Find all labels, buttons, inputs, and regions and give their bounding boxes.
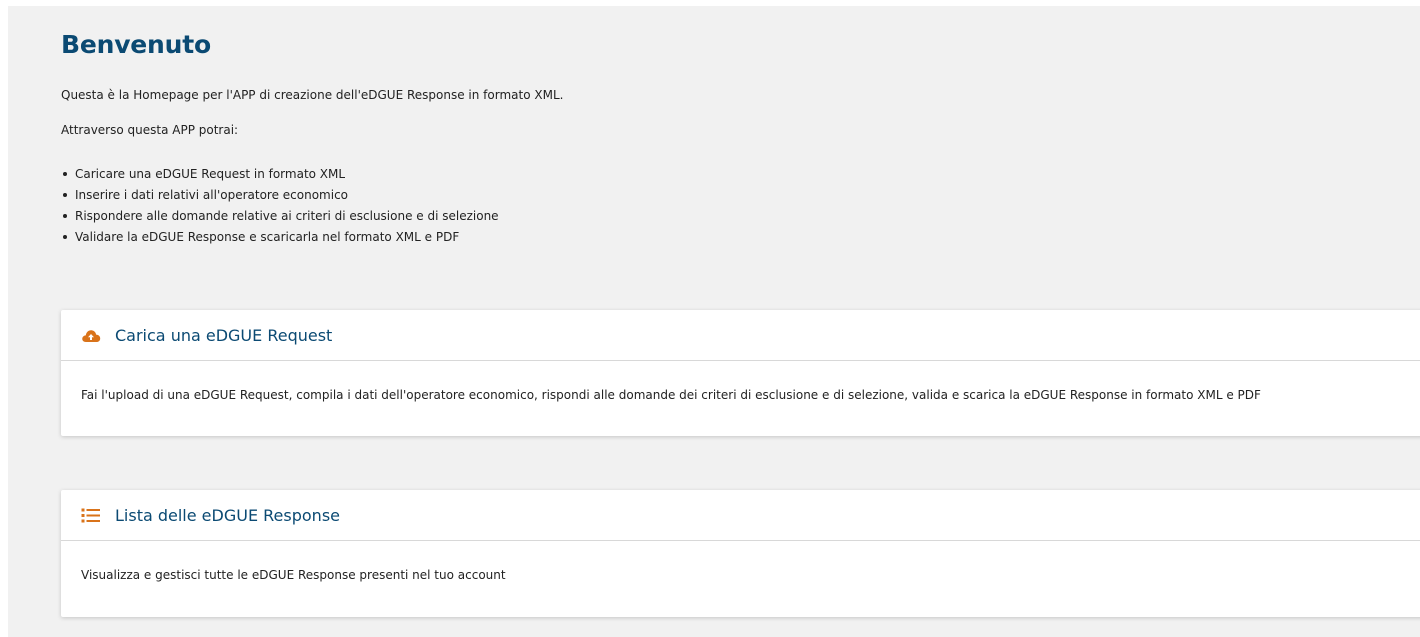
list-icon: [81, 508, 100, 523]
features-list-item: Validare la eDGUE Response e scaricarla …: [61, 227, 499, 248]
response-list-card: Lista delle eDGUE Response Visualizza e …: [61, 490, 1420, 617]
main-content: Benvenuto Questa è la Homepage per l'APP…: [8, 6, 1420, 637]
card-title[interactable]: Lista delle eDGUE Response: [115, 506, 340, 525]
bullet-icon: [63, 214, 67, 218]
card-title[interactable]: Carica una eDGUE Request: [115, 326, 332, 345]
features-list-item: Inserire i dati relativi all'operatore e…: [61, 185, 499, 206]
card-header: Carica una eDGUE Request: [61, 310, 1420, 361]
intro-subtitle: Attraverso questa APP potrai:: [61, 123, 239, 137]
card-description: Visualizza e gestisci tutte le eDGUE Res…: [81, 568, 506, 582]
cloud-upload-icon: [82, 330, 101, 342]
features-list-item: Caricare una eDGUE Request in formato XM…: [61, 164, 499, 185]
page-title: Benvenuto: [61, 30, 211, 59]
card-header: Lista delle eDGUE Response: [61, 490, 1420, 541]
intro-text: Questa è la Homepage per l'APP di creazi…: [61, 88, 564, 102]
features-list-item: Rispondere alle domande relative ai crit…: [61, 206, 499, 227]
upload-request-card: Carica una eDGUE Request Fai l'upload di…: [61, 310, 1420, 436]
bullet-icon: [63, 193, 67, 197]
features-list: Caricare una eDGUE Request in formato XM…: [61, 164, 499, 248]
bullet-icon: [63, 172, 67, 176]
card-description: Fai l'upload di una eDGUE Request, compi…: [81, 388, 1261, 402]
bullet-icon: [63, 235, 67, 239]
